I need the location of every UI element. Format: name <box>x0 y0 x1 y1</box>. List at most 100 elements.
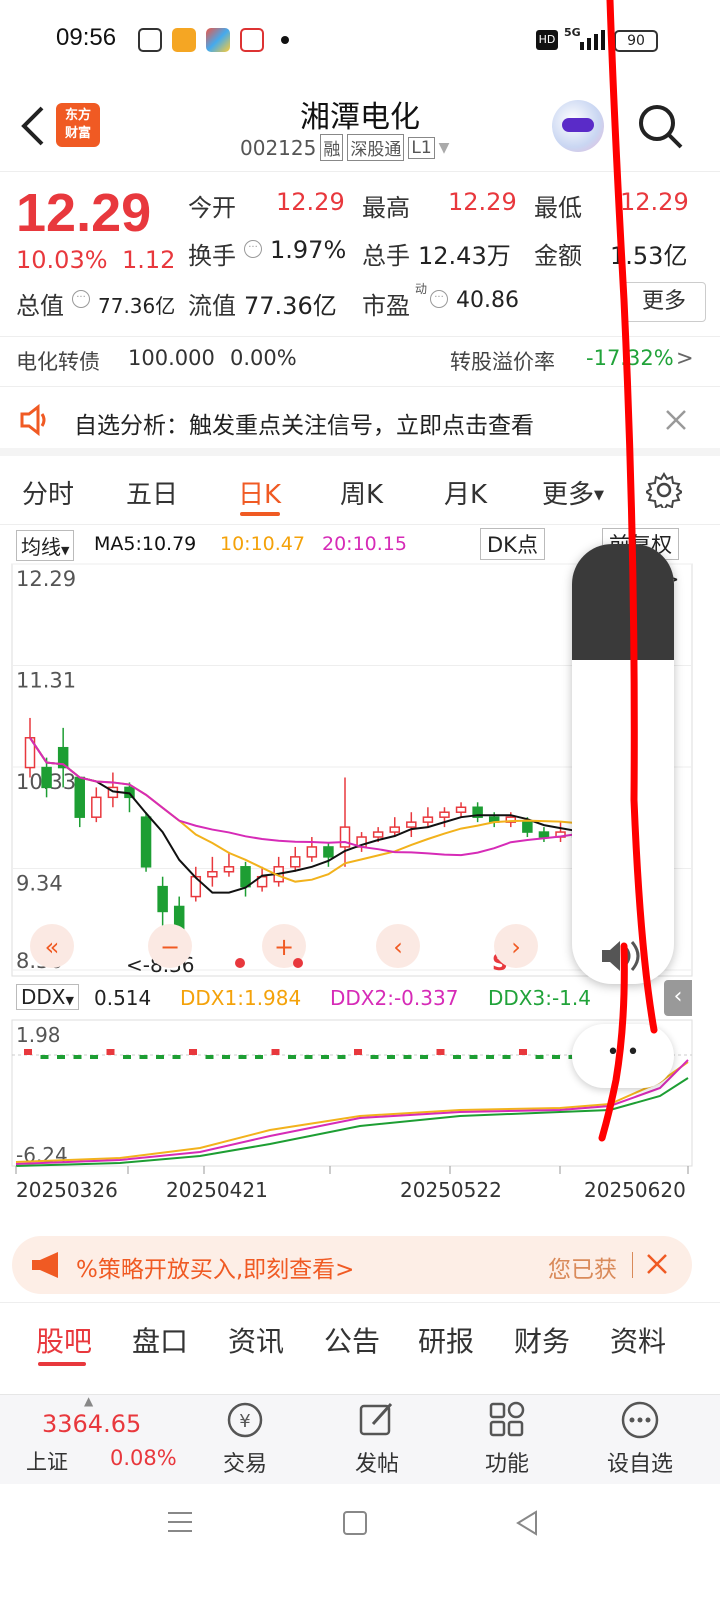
nav-add-watchlist[interactable]: 设自选 <box>600 1400 680 1478</box>
chart-tool-icon: ‹ <box>393 933 403 961</box>
caret-down-icon: ▼ <box>61 544 70 557</box>
candle-body <box>389 826 400 833</box>
ddx1-value: DDX1:1.984 <box>180 986 302 1010</box>
status-bar: 09:56 HD 5G 90 <box>0 0 720 80</box>
app-notification-icon <box>172 28 196 52</box>
mktcap-value: 77.36亿 <box>98 294 176 318</box>
tag-level: L1 <box>408 136 435 159</box>
speaker-icon <box>20 404 46 436</box>
info-icon[interactable]: ··· <box>72 290 90 308</box>
float-label: 流值 <box>188 292 236 320</box>
nav-post[interactable]: 发帖 <box>344 1400 410 1478</box>
bond-name[interactable]: 电化转债 <box>16 346 100 376</box>
dot-marker <box>293 958 303 968</box>
ddx-bar <box>156 1055 164 1059</box>
low-value: 12.29 <box>620 188 689 216</box>
tab-research[interactable]: 研报 <box>418 1320 474 1360</box>
search-icon[interactable] <box>636 102 684 150</box>
gear-icon[interactable] <box>646 472 682 508</box>
ddx-bar <box>222 1055 230 1059</box>
stock-code-row[interactable]: 002125 融 深股通 L1 ▼ <box>240 134 449 161</box>
ddx-max-label: 1.98 <box>16 1023 61 1047</box>
candle-body <box>455 806 467 813</box>
tab-intraday[interactable]: 分时 <box>22 474 74 511</box>
caret-down-icon: ▼ <box>65 994 74 1007</box>
nav-post-label: 发帖 <box>354 1452 399 1477</box>
tab-daily-k[interactable]: 日K <box>238 474 281 511</box>
assistant-robot-icon[interactable] <box>552 100 604 152</box>
ddx-bar <box>271 1049 280 1055</box>
open-label: 今开 <box>188 194 236 222</box>
ddx-bar <box>106 1049 115 1055</box>
tab-weekly-k[interactable]: 周K <box>340 474 383 511</box>
tab-five-day[interactable]: 五日 <box>126 474 178 511</box>
tab-announcement[interactable]: 公告 <box>324 1320 380 1360</box>
tab-news[interactable]: 资讯 <box>228 1320 284 1360</box>
candle-body <box>240 866 251 888</box>
back-triangle-icon[interactable] <box>514 1510 540 1536</box>
yuan-exchange-icon: ¥ <box>227 1402 263 1438</box>
info-icon[interactable]: ··· <box>430 290 448 308</box>
active-tab-indicator <box>38 1362 86 1366</box>
ddx-bar <box>420 1055 428 1059</box>
ddx-bar <box>238 1055 247 1059</box>
ddx-bar <box>139 1055 148 1059</box>
chevron-right-icon[interactable]: > <box>676 346 694 370</box>
premium-label: 转股溢价率 <box>450 350 555 374</box>
high-value: 12.29 <box>448 188 517 216</box>
promo-text[interactable]: %策略开放买入,即刻查看> <box>76 1250 354 1284</box>
close-icon[interactable] <box>646 1253 668 1275</box>
collapse-arrow-icon[interactable]: ‹ <box>664 980 692 1016</box>
amount-value: 1.53亿 <box>610 242 688 270</box>
volume-icon[interactable] <box>598 936 646 976</box>
more-notifications-icon <box>281 36 289 44</box>
more-dots-icon <box>621 1401 659 1439</box>
ddx-bar <box>57 1055 65 1059</box>
menu-icon[interactable] <box>166 1508 194 1536</box>
promo-right-text: 您已获 <box>548 1257 617 1283</box>
volume-label: 总手 <box>362 242 410 270</box>
divider <box>0 1302 720 1303</box>
ddx3-line <box>15 1077 689 1167</box>
tab-guba[interactable]: 股吧 <box>36 1320 92 1360</box>
ddx-bar <box>172 1055 181 1059</box>
tab-pankou[interactable]: 盘口 <box>132 1320 188 1360</box>
index-value[interactable]: 3364.65 <box>42 1410 141 1438</box>
notice-text[interactable]: 自选分析：触发重点关注信号，立即点击查看 <box>74 406 534 440</box>
close-icon[interactable] <box>664 408 688 432</box>
ddx-bar <box>40 1055 49 1059</box>
indicator-selector[interactable]: DDX▼ <box>16 984 79 1010</box>
floating-more-button[interactable]: • • <box>572 1024 674 1088</box>
home-square-icon[interactable] <box>342 1510 368 1536</box>
megaphone-icon <box>32 1252 58 1278</box>
ddx-bar <box>205 1055 214 1059</box>
candle-body <box>306 846 318 858</box>
change-pct: 10.03% <box>16 246 108 274</box>
nav-trade[interactable]: ¥ 交易 <box>212 1400 278 1478</box>
stock-code: 002125 <box>240 135 317 160</box>
nav-functions-label: 功能 <box>484 1452 529 1477</box>
tab-monthly-k[interactable]: 月K <box>444 474 487 511</box>
floating-volume-panel[interactable] <box>572 544 674 984</box>
ma-selector[interactable]: 均线▼ <box>16 530 75 561</box>
nav-functions[interactable]: 功能 <box>474 1400 540 1478</box>
candle-body <box>323 846 334 858</box>
nav-trade-label: 交易 <box>222 1452 267 1477</box>
tab-finance[interactable]: 财务 <box>514 1320 570 1360</box>
svg-text:¥: ¥ <box>239 1411 250 1432</box>
tab-more[interactable]: 更多▼ <box>542 474 604 511</box>
ddx-bar <box>403 1055 412 1059</box>
volume-level-bar <box>572 544 674 660</box>
caret-up-icon: ▲ <box>84 1394 94 1408</box>
ma20-value: 20:10.15 <box>322 533 407 555</box>
app-notification-icon <box>138 28 162 52</box>
more-quote-button[interactable]: 更多 <box>622 282 706 322</box>
ddx-bar <box>552 1055 560 1059</box>
ddx-bar <box>123 1055 131 1059</box>
ddx-bar <box>73 1055 82 1059</box>
tab-profile[interactable]: 资料 <box>610 1320 666 1360</box>
ddx-bar <box>469 1055 478 1059</box>
info-icon[interactable]: ··· <box>244 240 262 258</box>
dk-point-selector[interactable]: DK点 <box>480 528 545 560</box>
dot-marker <box>235 958 245 968</box>
